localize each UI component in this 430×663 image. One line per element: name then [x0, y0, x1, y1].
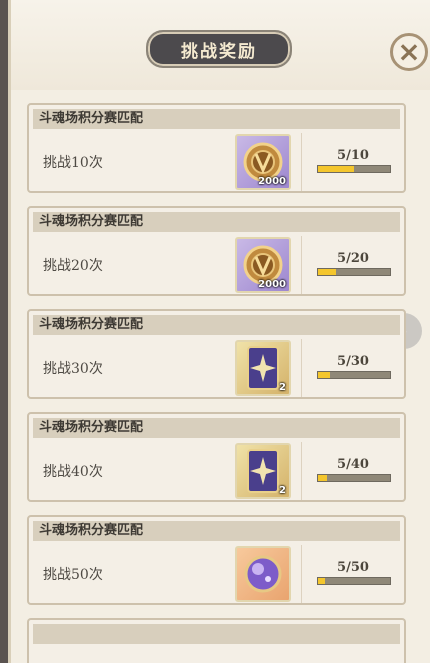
- reward-list[interactable]: 斗魂场积分赛匹配 挑战10次 2000 5/10 斗魂场积分赛匹配 挑战20次 …: [27, 103, 406, 618]
- reward-card: 斗魂场积分赛匹配 挑战10次 2000 5/10: [27, 103, 406, 193]
- reward-category-partial: [33, 624, 400, 644]
- reward-category: 斗魂场积分赛匹配: [33, 418, 400, 438]
- reward-category: 斗魂场积分赛匹配: [33, 315, 400, 335]
- reward-card: 斗魂场积分赛匹配 挑战30次 2 5/30: [27, 309, 406, 399]
- progress-text: 5/20: [337, 251, 369, 266]
- reward-task: 挑战40次: [43, 464, 103, 480]
- purple-orb-icon: [244, 555, 282, 593]
- progress-text: 5/40: [337, 457, 369, 472]
- divider: [301, 545, 302, 603]
- reward-card-partial: [27, 618, 406, 663]
- reward-task: 挑战30次: [43, 361, 103, 377]
- divider: [301, 133, 302, 191]
- progress-text: 5/50: [337, 560, 369, 575]
- reward-item[interactable]: 2: [235, 340, 291, 396]
- reward-task: 挑战50次: [43, 567, 103, 583]
- item-quantity: 2: [279, 485, 286, 496]
- close-button[interactable]: ×: [390, 33, 428, 71]
- reward-item[interactable]: 2: [235, 443, 291, 499]
- item-quantity: 2000: [258, 279, 286, 290]
- reward-card: 斗魂场积分赛匹配 挑战50次 5/50: [27, 515, 406, 605]
- progress-text: 5/30: [337, 354, 369, 369]
- star-card-icon: [247, 346, 279, 390]
- reward-category: 斗魂场积分赛匹配: [33, 109, 400, 129]
- progress-bar: [317, 371, 391, 379]
- reward-item[interactable]: 2000: [235, 134, 291, 190]
- progress-bar: [317, 577, 391, 585]
- progress-fill: [318, 166, 354, 172]
- item-quantity: 2: [279, 382, 286, 393]
- divider: [301, 442, 302, 500]
- reward-item[interactable]: [235, 546, 291, 602]
- progress-bar: [317, 165, 391, 173]
- reward-task: 挑战10次: [43, 155, 103, 171]
- progress-fill: [318, 578, 326, 584]
- reward-category: 斗魂场积分赛匹配: [33, 212, 400, 232]
- progress-text: 5/10: [337, 148, 369, 163]
- progress-fill: [318, 475, 327, 481]
- progress-bar: [317, 268, 391, 276]
- reward-item[interactable]: 2000: [235, 237, 291, 293]
- star-card-icon: [247, 449, 279, 493]
- reward-card: 斗魂场积分赛匹配 挑战40次 2 5/40: [27, 412, 406, 502]
- page-title: 挑战奖励: [146, 30, 292, 68]
- progress-fill: [318, 372, 330, 378]
- reward-card: 斗魂场积分赛匹配 挑战20次 2000 5/20: [27, 206, 406, 296]
- item-quantity: 2000: [258, 176, 286, 187]
- divider: [301, 339, 302, 397]
- divider: [301, 236, 302, 294]
- reward-task: 挑战20次: [43, 258, 103, 274]
- progress-fill: [318, 269, 336, 275]
- reward-category: 斗魂场积分赛匹配: [33, 521, 400, 541]
- progress-bar: [317, 474, 391, 482]
